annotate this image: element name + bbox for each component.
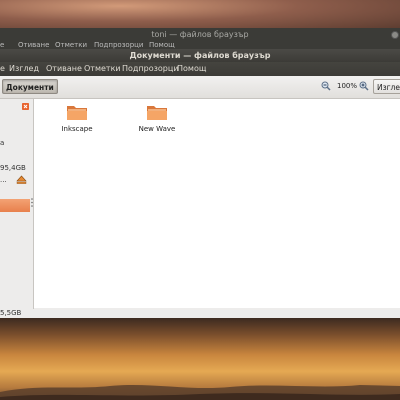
folder-label: New Wave [138,125,176,133]
folder-icon [147,106,167,120]
menubar: е Изглед Отиване Отметки Подпрозорци Пом… [0,62,400,76]
file-view[interactable]: Inkscape New Wave [34,99,400,309]
view-mode-dropdown[interactable]: Изгле [373,79,400,94]
sidebar-close-icon[interactable] [22,103,29,110]
menu-view[interactable]: Изглед [9,62,39,76]
folder-item[interactable]: New Wave [132,102,182,142]
sidebar-item-selected[interactable] [0,199,30,212]
free-space-text: 5,5GB [0,309,22,317]
path-button-documents[interactable]: Документи [2,79,58,94]
menu-bookmarks[interactable]: Отметки [84,62,121,76]
wallpaper-sky [0,0,400,30]
toolbar: Документи 100% Изгле [0,76,400,99]
folder-item[interactable]: Inkscape [52,102,102,142]
resize-grip-icon[interactable] [31,198,33,207]
background-window-title: toni — файлов браузър [151,30,249,39]
sidebar-drive-size: 95,4GB [0,164,26,172]
sidebar-item-label[interactable]: а [0,139,4,147]
zoom-in-icon[interactable] [359,81,369,91]
sidebar-item-label[interactable]: ... [0,176,7,184]
eject-icon[interactable] [16,175,27,184]
menu-go[interactable]: Отиване [46,62,82,76]
menu-help[interactable]: Помощ [177,62,206,76]
window-title: Документи — файлов браузър [0,49,400,62]
folder-label: Inkscape [61,125,93,133]
file-browser-window: Документи — файлов браузър е Изглед Отив… [0,49,400,318]
menu-tabs[interactable]: Подпрозорци [122,62,179,76]
folder-icon [67,106,87,120]
background-window-close-icon[interactable] [391,31,399,39]
statusbar: 5,5GB [0,308,400,318]
wallpaper-hills [0,384,400,400]
menu-edit[interactable]: е [0,62,5,76]
zoom-out-icon[interactable] [321,81,331,91]
zoom-level: 100% [337,82,358,90]
